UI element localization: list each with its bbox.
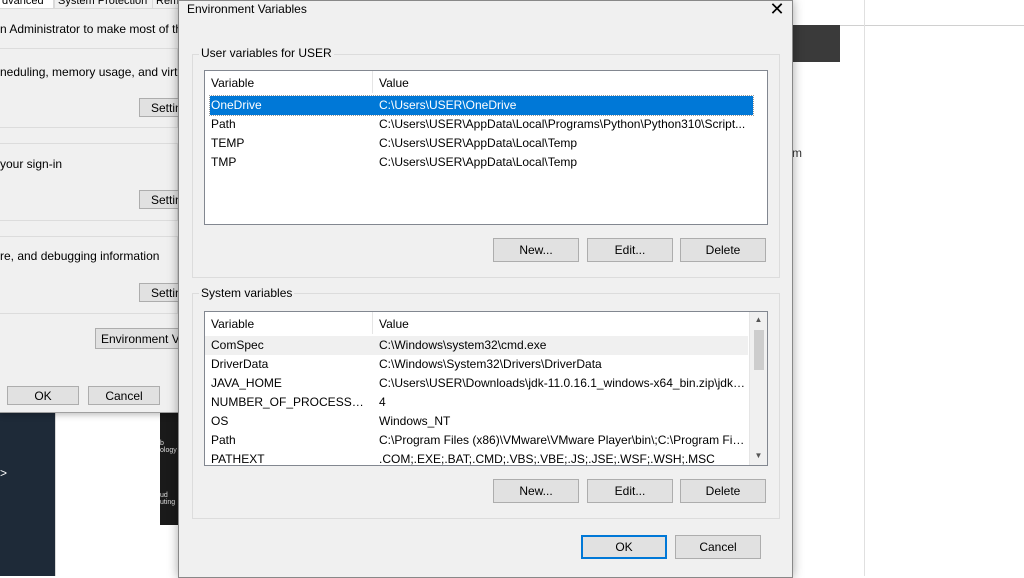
thumbnail-text: ud [160,492,168,499]
user-edit-button[interactable]: Edit... [587,238,673,262]
thumbnail-text: ology [160,447,177,454]
background-topbar [790,0,1024,26]
user-variable-row[interactable]: OneDrive C:\Users\USER\OneDrive [209,95,754,116]
variable-value: C:\Users\USER\OneDrive [379,98,517,112]
list-header: Variable Value [205,71,767,93]
user-variable-row[interactable]: Path C:\Users\USER\AppData\Local\Program… [210,115,753,134]
scroll-down-icon[interactable]: ▼ [750,451,767,460]
background-divider [864,0,865,576]
ok-button[interactable]: OK [581,535,667,559]
variable-name: DriverData [211,357,269,371]
startup-recovery-group [0,236,178,314]
scrollbar-thumb[interactable] [754,330,764,370]
system-variable-row[interactable]: PATHEXT .COM;.EXE;.BAT;.CMD;.VBS;.VBE;.J… [205,450,748,466]
column-header-variable[interactable]: Variable [205,312,373,334]
variable-value: C:\Users\USER\AppData\Local\Programs\Pyt… [379,117,746,131]
close-icon[interactable]: ✕ [767,0,787,20]
system-variables-label: System variables [199,286,295,300]
background-thumbnail-strip: b ology ud uting [160,410,180,525]
tab-advanced[interactable]: dvanced [0,0,54,9]
list-header: Variable Value [205,312,749,334]
variable-name: Path [211,433,236,447]
thumbnail-text: b [160,440,164,447]
system-variables-list[interactable]: Variable Value ComSpec C:\Windows\system… [204,311,768,466]
variable-name: TMP [211,155,237,169]
variable-value: C:\Users\USER\AppData\Local\Temp [379,136,578,150]
ok-button[interactable]: OK [7,386,79,405]
user-variable-row[interactable]: TEMP C:\Users\USER\AppData\Local\Temp [210,134,753,153]
system-delete-button[interactable]: Delete [680,479,766,503]
variable-name: PATHEXT [211,452,265,466]
variable-name: NUMBER_OF_PROCESSORS [211,395,371,409]
system-properties-dialog: dvanced System Protection Remo n Adminis… [0,0,211,413]
variable-value: C:\Users\USER\Downloads\jdk-11.0.16.1_wi… [379,376,745,390]
variable-value: C:\Program Files (x86)\VMware\VMware Pla… [379,433,745,447]
cancel-button[interactable]: Cancel [88,386,160,405]
variable-name: Path [211,117,236,131]
user-delete-button[interactable]: Delete [680,238,766,262]
column-header-value[interactable]: Value [373,312,749,334]
user-profiles-description: your sign-in [0,157,63,171]
environment-variables-dialog: Environment Variables ✕ User variables f… [178,0,793,578]
system-new-button[interactable]: New... [493,479,579,503]
variable-value: Windows_NT [379,414,451,428]
video-thumbnail[interactable] [790,25,840,62]
user-variables-list[interactable]: Variable Value OneDrive C:\Users\USER\On… [204,70,768,225]
background-partial-text: m [792,146,802,160]
system-variable-row[interactable]: JAVA_HOME C:\Users\USER\Downloads\jdk-11… [205,374,748,393]
system-variable-row[interactable]: Path C:\Program Files (x86)\VMware\VMwar… [205,431,748,450]
variable-name: ComSpec [211,338,264,352]
variable-name: JAVA_HOME [211,376,282,390]
system-edit-button[interactable]: Edit... [587,479,673,503]
variable-value: C:\Users\USER\AppData\Local\Temp [379,155,578,169]
variable-value: 4 [379,395,386,409]
environment-variables-button[interactable]: Environment Var [95,328,185,349]
performance-description: neduling, memory usage, and virtual m [0,65,207,79]
system-variable-row[interactable]: DriverData C:\Windows\System32\Drivers\D… [205,355,748,374]
dialog-title: Environment Variables [187,2,307,16]
scroll-up-icon[interactable]: ▲ [750,315,767,324]
system-variable-row[interactable]: OS Windows_NT [205,412,748,431]
variable-value: C:\Windows\System32\Drivers\DriverData [379,357,602,371]
user-profiles-group [0,143,178,221]
column-header-variable[interactable]: Variable [205,71,373,93]
variable-value: C:\Windows\system32\cmd.exe [379,338,547,352]
user-variables-label: User variables for USER [199,46,334,60]
cancel-button[interactable]: Cancel [675,535,761,559]
tab-system-protection[interactable]: System Protection [54,0,154,9]
variable-name: OneDrive [211,98,262,112]
column-header-value[interactable]: Value [373,71,767,93]
thumbnail-text: uting [160,499,176,506]
user-variable-row[interactable]: TMP C:\Users\USER\AppData\Local\Temp [210,153,753,172]
variable-name: TEMP [211,136,245,150]
startup-recovery-description: re, and debugging information [0,249,160,263]
system-variable-row[interactable]: ComSpec C:\Windows\system32\cmd.exe [205,336,748,355]
vertical-scrollbar[interactable]: ▲ ▼ [749,312,767,465]
system-variable-row[interactable]: NUMBER_OF_PROCESSORS 4 [205,393,748,412]
variable-value: .COM;.EXE;.BAT;.CMD;.VBS;.VBE;.JS;.JSE;.… [379,452,715,466]
variable-name: OS [211,414,229,428]
chevron-right-icon[interactable]: > [0,466,7,480]
user-new-button[interactable]: New... [493,238,579,262]
